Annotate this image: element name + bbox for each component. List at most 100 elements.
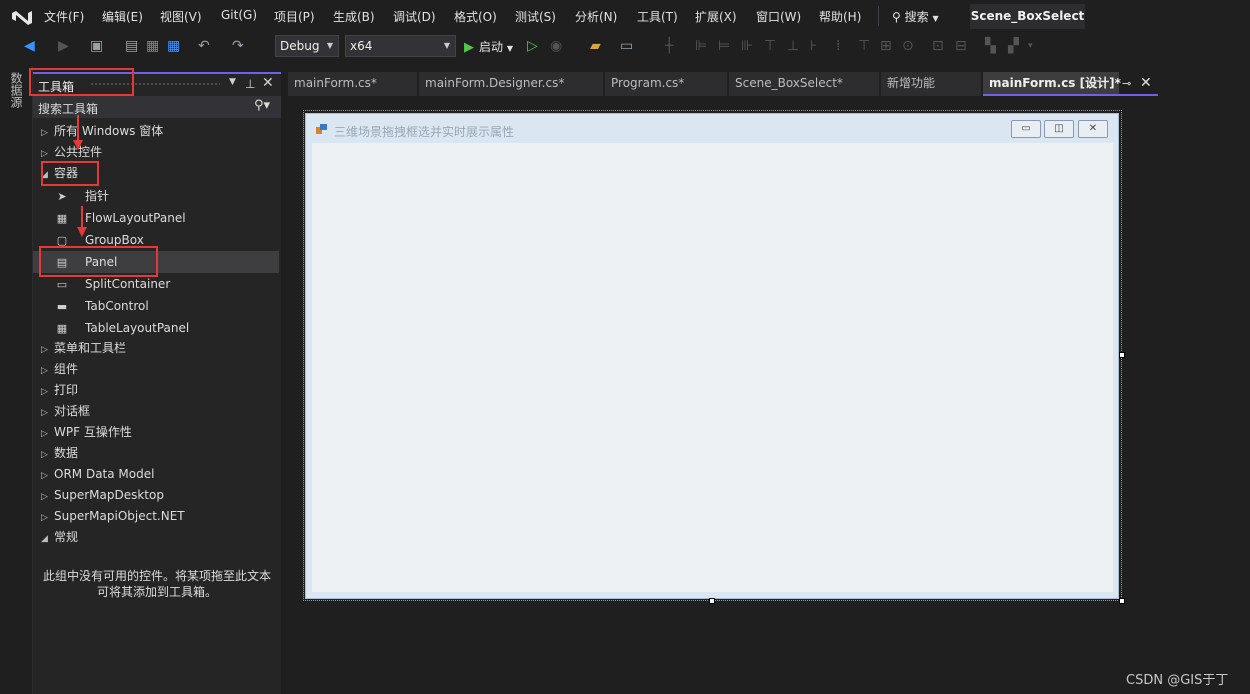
toolbox-category-b2[interactable]: ▷ 打印 <box>33 380 281 401</box>
menu-item-6[interactable]: 调试(D) <box>393 8 436 25</box>
same-size-icon[interactable]: ⁞ <box>836 38 840 54</box>
collapsed-arrow-icon[interactable]: ▷ <box>41 382 51 403</box>
toolbox-category-0[interactable]: ▷ 所有 Windows 窗体 <box>33 121 281 142</box>
menu-item-12[interactable]: 窗口(W) <box>756 8 801 25</box>
collapsed-arrow-icon[interactable]: ▷ <box>41 361 51 382</box>
toolbar-overflow-icon[interactable]: ▾ <box>1028 38 1033 54</box>
tab-2[interactable]: Program.cs* <box>605 72 728 96</box>
align-top-icon[interactable]: ⊤ <box>764 38 776 54</box>
toolbox-category-b4[interactable]: ▷ WPF 互操作性 <box>33 422 281 443</box>
close-icon[interactable]: ✕ <box>262 75 274 91</box>
toolbox-item-指针[interactable]: ➤ 指针 <box>33 185 279 207</box>
menu-item-8[interactable]: 测试(S) <box>515 8 556 25</box>
form-close-button[interactable]: ✕ <box>1078 120 1108 138</box>
menu-item-5[interactable]: 生成(B) <box>333 8 375 25</box>
tab-1[interactable]: mainForm.Designer.cs* <box>419 72 604 96</box>
collapsed-arrow-icon[interactable]: ▷ <box>41 487 51 508</box>
send-to-back-icon[interactable]: ▞ <box>1008 38 1019 54</box>
toolbox-item-tablelayoutpanel[interactable]: ▦ TableLayoutPanel <box>33 317 279 339</box>
form-title: 三维场景拖拽框选并实时展示属性 <box>334 125 515 139</box>
category-label: 对话框 <box>54 404 91 418</box>
visual-studio-logo-icon[interactable] <box>10 7 34 27</box>
toolbox-category-b6[interactable]: ▷ ORM Data Model <box>33 464 281 485</box>
toolbox-category-b7[interactable]: ▷ SuperMapDesktop <box>33 485 281 506</box>
toolbox-category-b3[interactable]: ▷ 对话框 <box>33 401 281 422</box>
collapsed-arrow-icon[interactable]: ▷ <box>41 403 51 424</box>
tab-4[interactable]: 新增功能 <box>881 72 982 96</box>
start-debug-button[interactable]: ▶ 启动 ▼ <box>464 38 513 55</box>
collapsed-arrow-icon[interactable]: ▷ <box>41 466 51 487</box>
redo-icon[interactable]: ↷ <box>232 38 244 54</box>
menu-item-7[interactable]: 格式(O) <box>454 8 497 25</box>
menu-item-9[interactable]: 分析(N) <box>575 8 617 25</box>
toolbox-category-b5[interactable]: ▷ 数据 <box>33 443 281 464</box>
collapsed-arrow-icon[interactable]: ▷ <box>41 424 51 445</box>
toolbox-item-flowlayoutpanel[interactable]: ▦ FlowLayoutPanel <box>33 207 279 229</box>
center-vertically-icon[interactable]: ⊟ <box>955 38 967 54</box>
menu-item-10[interactable]: 工具(T) <box>637 8 678 25</box>
layout-grid-icon[interactable]: ┼ <box>665 38 673 54</box>
save-all-icon[interactable]: ▦ <box>167 38 180 54</box>
align-right-icon[interactable]: ⊪ <box>741 38 753 54</box>
window-position-icon[interactable]: ▼ <box>229 77 236 87</box>
undo-icon[interactable]: ↶ <box>198 38 210 54</box>
start-without-debug-icon[interactable]: ▷ <box>527 38 538 54</box>
menu-item-2[interactable]: 视图(V) <box>160 8 202 25</box>
forward-icon[interactable]: ▶ <box>58 38 69 54</box>
menu-item-3[interactable]: Git(G) <box>221 8 257 22</box>
hot-reload-icon[interactable]: ◉ <box>550 38 562 54</box>
collapsed-arrow-icon[interactable]: ▷ <box>41 445 51 466</box>
zoom-icon[interactable]: ⊙ <box>902 38 914 54</box>
toolbox-category-b0[interactable]: ▷ 菜单和工具栏 <box>33 338 281 359</box>
collapsed-arrow-icon[interactable]: ▷ <box>41 508 51 529</box>
resize-handle-corner[interactable] <box>1119 598 1125 604</box>
solution-explorer-icon[interactable]: ▰ <box>590 38 601 54</box>
toolbox-category-b1[interactable]: ▷ 组件 <box>33 359 281 380</box>
search-icon[interactable]: ⚲▾ <box>254 98 270 113</box>
resize-handle-right[interactable] <box>1119 352 1125 358</box>
spacing-icon[interactable]: ⊞ <box>880 38 892 54</box>
pin-icon[interactable]: ⊥ <box>245 77 255 91</box>
menu-separator <box>878 6 879 26</box>
platform-dropdown[interactable]: x64 ▼ <box>345 35 456 57</box>
bring-to-front-icon[interactable]: ▚ <box>985 38 996 54</box>
menu-item-1[interactable]: 编辑(E) <box>102 8 143 25</box>
collapsed-arrow-icon[interactable]: ▷ <box>41 123 51 144</box>
form-client-area[interactable] <box>312 143 1113 592</box>
pin-icon[interactable]: ⊸ <box>1122 77 1131 90</box>
center-horizontally-icon[interactable]: ⊡ <box>932 38 944 54</box>
open-file-icon[interactable]: ▤ <box>125 38 138 54</box>
toolbox-category-b9[interactable]: ◢ 常规 <box>33 527 281 548</box>
new-project-icon[interactable]: ▣ <box>90 38 103 54</box>
close-tab-icon[interactable]: ✕ <box>1140 75 1152 91</box>
data-sources-tab[interactable]: 数据源 <box>8 72 23 108</box>
toolbox-category-1[interactable]: ▷ 公共控件 <box>33 142 281 163</box>
toolbox-category-b8[interactable]: ▷ SuperMapiObject.NET <box>33 506 281 527</box>
menu-item-11[interactable]: 扩展(X) <box>695 8 737 25</box>
window-layout-icon[interactable]: ▭ <box>620 38 633 54</box>
minimize-button[interactable]: ▭ <box>1011 120 1041 138</box>
align-center-icon[interactable]: ⊨ <box>718 38 730 54</box>
category-label: 常规 <box>54 530 79 544</box>
tab-0[interactable]: mainForm.cs* <box>288 72 418 96</box>
align-middle-icon[interactable]: ⊥ <box>787 38 799 54</box>
menu-item-0[interactable]: 文件(F) <box>44 8 84 25</box>
back-icon[interactable]: ◀ <box>24 38 35 54</box>
solution-name[interactable]: Scene_BoxSelect <box>970 4 1085 29</box>
expanded-arrow-icon[interactable]: ◢ <box>41 529 51 550</box>
collapsed-arrow-icon[interactable]: ▷ <box>41 340 51 361</box>
tab-5[interactable]: mainForm.cs [设计]* <box>983 72 1121 96</box>
menu-item-13[interactable]: 帮助(H) <box>819 8 861 25</box>
maximize-button[interactable]: ◫ <box>1044 120 1074 138</box>
toolbox-item-label: FlowLayoutPanel <box>85 211 186 225</box>
tab-3[interactable]: Scene_BoxSelect* <box>729 72 880 96</box>
resize-handle-bottom[interactable] <box>709 598 715 604</box>
align-bottom-icon[interactable]: ⊦ <box>810 38 817 54</box>
save-icon[interactable]: ▦ <box>146 38 159 54</box>
config-dropdown[interactable]: Debug ▼ <box>275 35 339 57</box>
toolbox-item-tabcontrol[interactable]: ▬ TabControl <box>33 295 279 317</box>
menu-item-4[interactable]: 项目(P) <box>274 8 315 25</box>
search-button[interactable]: ⚲ 搜索 ▼ <box>892 8 939 25</box>
align-left-icon[interactable]: ⊫ <box>695 38 707 54</box>
size-to-grid-icon[interactable]: ⊤ <box>858 38 870 54</box>
